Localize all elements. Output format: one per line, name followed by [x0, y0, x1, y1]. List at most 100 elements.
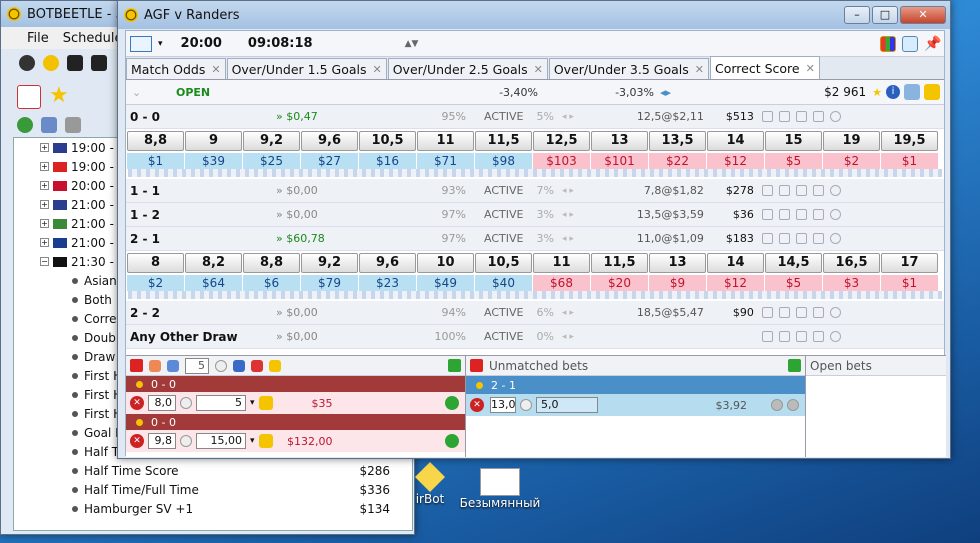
- bet-stake-input[interactable]: 5: [196, 395, 246, 411]
- shield-red-icon[interactable]: [251, 359, 263, 372]
- unmatched-selection[interactable]: 2 - 1: [466, 376, 805, 394]
- expand-icon[interactable]: [812, 209, 824, 220]
- selection-row[interactable]: 1 - 1 » $0,00 93% ACTIVE 7% ◂ ▸ 7,8@$1,8…: [126, 179, 944, 203]
- back-volume[interactable]: $27: [301, 153, 358, 169]
- back-volume[interactable]: $49: [417, 275, 474, 291]
- expand-icon[interactable]: +: [40, 219, 49, 228]
- expand-icon[interactable]: [812, 233, 824, 244]
- graph-icon[interactable]: [761, 111, 773, 122]
- odds-button[interactable]: 13: [591, 131, 648, 151]
- odds-button[interactable]: 9,2: [243, 131, 300, 151]
- close-button[interactable]: ✕: [900, 6, 946, 24]
- odds-button[interactable]: 11,5: [591, 253, 648, 273]
- bet-stake-input[interactable]: 15,00: [196, 433, 246, 449]
- back-volume[interactable]: $40: [475, 275, 532, 291]
- confirm-all-icon[interactable]: [448, 359, 461, 372]
- ladder-arrows-icon[interactable]: ◂ ▸: [562, 186, 574, 196]
- odds-button[interactable]: 8,2: [185, 253, 242, 273]
- lay-volume[interactable]: $101: [591, 153, 648, 169]
- odds-button[interactable]: 11,5: [475, 131, 532, 151]
- selection-row[interactable]: 2 - 1 » $60,78 97% ACTIVE 3% ◂ ▸ 11,0@$1…: [126, 227, 944, 251]
- remove-bet-icon[interactable]: ✕: [130, 434, 144, 448]
- lay-volume[interactable]: $9: [649, 275, 706, 291]
- shield-yellow-icon[interactable]: [269, 359, 281, 372]
- column-icon[interactable]: [795, 111, 807, 122]
- odds-button[interactable]: 9: [185, 131, 242, 151]
- odds-button[interactable]: 13,5: [649, 131, 706, 151]
- odds-button[interactable]: 14,5: [765, 253, 822, 273]
- horse-icon[interactable]: [67, 55, 83, 71]
- ladder-nav-icon[interactable]: ◂▸: [654, 86, 694, 99]
- odds-button[interactable]: 19: [823, 131, 880, 151]
- lay-volume[interactable]: $20: [591, 275, 648, 291]
- refresh-icon[interactable]: [17, 117, 33, 133]
- info-icon[interactable]: i: [886, 85, 900, 99]
- close-icon[interactable]: [829, 233, 841, 244]
- close-tab-icon[interactable]: ✕: [806, 62, 815, 75]
- odds-button[interactable]: 8,8: [243, 253, 300, 273]
- market-list-item[interactable]: Hamburger SV +1 $134: [14, 499, 412, 518]
- cancel-bet-icon[interactable]: ✕: [470, 398, 484, 412]
- sort-icon[interactable]: ⌄: [126, 86, 176, 99]
- tools-icon[interactable]: [778, 185, 790, 196]
- market-titlebar[interactable]: AGF v Randers – □ ✕: [118, 1, 950, 29]
- s-icon[interactable]: [167, 359, 179, 372]
- odds-button[interactable]: 16,5: [823, 253, 880, 273]
- close-icon[interactable]: [829, 307, 841, 318]
- bet-selection-header[interactable]: 0 - 0: [126, 376, 465, 392]
- favourites-star-icon[interactable]: ★: [49, 85, 73, 109]
- odds-button[interactable]: 11: [417, 131, 474, 151]
- close-icon[interactable]: [829, 111, 841, 122]
- back-volume[interactable]: $25: [243, 153, 300, 169]
- desktop-icon-file[interactable]: Безымянный: [458, 468, 542, 510]
- graph-icon[interactable]: [761, 233, 773, 244]
- graph-icon[interactable]: [761, 331, 773, 342]
- ladder-arrows-icon[interactable]: ◂ ▸: [562, 308, 574, 318]
- tab-over-under-1-5-goals[interactable]: Over/Under 1.5 Goals ✕: [226, 58, 387, 79]
- close-tab-icon[interactable]: ✕: [534, 63, 543, 76]
- column-icon[interactable]: [795, 233, 807, 244]
- add-dropdown-icon[interactable]: ▾: [158, 39, 163, 49]
- place-bet-icon[interactable]: [445, 396, 459, 410]
- filter-icon[interactable]: [41, 117, 57, 133]
- column-icon[interactable]: [795, 185, 807, 196]
- market-list-item[interactable]: Half Time Score $286: [14, 461, 412, 480]
- tools-icon[interactable]: [778, 111, 790, 122]
- expand-icon[interactable]: +: [40, 162, 49, 171]
- close-tab-icon[interactable]: ✕: [372, 63, 381, 76]
- market-list-item[interactable]: Half Time/Full Time $336: [14, 480, 412, 499]
- expand-icon[interactable]: [812, 111, 824, 122]
- odds-preset-icon[interactable]: [520, 399, 532, 411]
- odds-button[interactable]: 14: [707, 131, 764, 151]
- odds-button[interactable]: 11: [533, 253, 590, 273]
- odds-button[interactable]: 13: [649, 253, 706, 273]
- back-volume[interactable]: $16: [359, 153, 416, 169]
- ladder-arrows-icon[interactable]: ◂ ▸: [562, 210, 574, 220]
- back-volume[interactable]: $71: [417, 153, 474, 169]
- tennis-icon[interactable]: [43, 55, 59, 71]
- lay-volume[interactable]: $68: [533, 275, 590, 291]
- back-volume[interactable]: $1: [127, 153, 184, 169]
- tab-over-under-3-5-goals[interactable]: Over/Under 3.5 Goals ✕: [548, 58, 709, 79]
- back-volume[interactable]: $2: [127, 275, 184, 291]
- lay-volume[interactable]: $12: [707, 153, 764, 169]
- bet-odds-input[interactable]: 9,8: [148, 433, 176, 449]
- back-volume[interactable]: $79: [301, 275, 358, 291]
- ladder-arrows-icon[interactable]: ◂ ▸: [562, 332, 574, 342]
- cancel-all-icon[interactable]: [130, 359, 143, 372]
- selection-row[interactable]: 0 - 0 » $0,47 95% ACTIVE 5% ◂ ▸ 12,5@$2,…: [126, 105, 944, 129]
- close-tab-icon[interactable]: ✕: [695, 63, 704, 76]
- expand-icon[interactable]: +: [40, 238, 49, 247]
- soccer-icon[interactable]: [19, 55, 35, 71]
- tools-icon[interactable]: [778, 233, 790, 244]
- chart-icon[interactable]: [880, 35, 896, 52]
- hand-icon[interactable]: [149, 359, 161, 372]
- minimize-button[interactable]: –: [844, 6, 870, 24]
- graph-icon[interactable]: [904, 84, 920, 100]
- selection-row[interactable]: 2 - 2 » $0,00 94% ACTIVE 6% ◂ ▸ 18,5@$5,…: [126, 301, 944, 325]
- expand-icon[interactable]: [812, 185, 824, 196]
- odds-button[interactable]: 10,5: [359, 131, 416, 151]
- lay-volume[interactable]: $22: [649, 153, 706, 169]
- lay-volume[interactable]: $2: [823, 153, 880, 169]
- check-icon[interactable]: [787, 399, 799, 411]
